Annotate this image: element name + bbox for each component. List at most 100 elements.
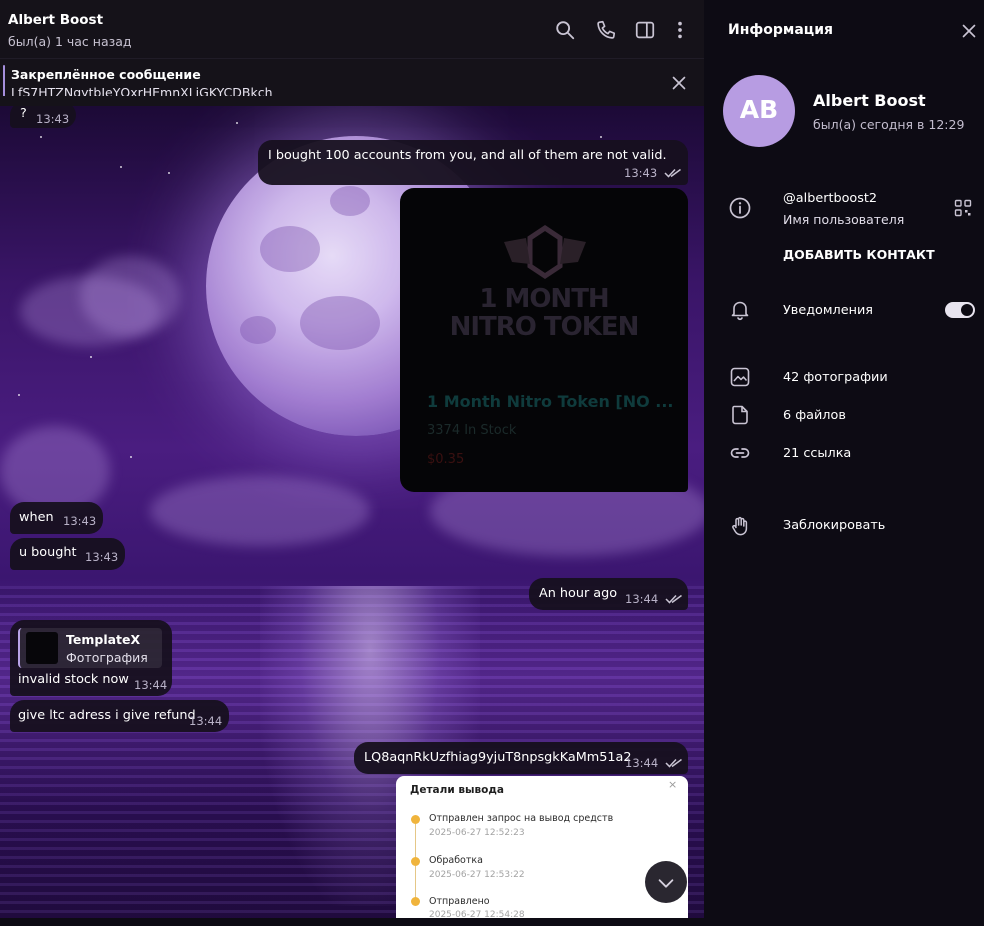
message-text: give ltc adress i give refund [18, 708, 196, 723]
username-value: @albertboost2 [783, 191, 878, 206]
message-text: invalid stock now [18, 672, 129, 687]
timeline-step-date: 2025-06-27 12:54:28 [429, 910, 525, 918]
timeline-step-title: Обработка [429, 855, 483, 866]
message-time: 13:44 [134, 678, 168, 692]
withdrawal-screenshot-message[interactable]: Детали вывода × Отправлен запрос на выво… [396, 776, 688, 918]
close-icon[interactable] [668, 72, 690, 94]
reply-thumbnail [26, 632, 58, 664]
wallpaper-star [40, 136, 42, 138]
moon-crater [260, 226, 320, 272]
wallpaper-star [90, 356, 92, 358]
message-text: when [19, 510, 54, 525]
message-time: 13:43 [63, 514, 97, 528]
reply-author: TemplateX [66, 632, 141, 647]
read-check-icon [664, 168, 681, 178]
bell-icon [731, 301, 749, 321]
chat-last-seen: был(а) 1 час назад [8, 34, 132, 49]
link-icon [730, 448, 750, 458]
timeline-check-icon [411, 815, 420, 824]
withdrawal-title: Детали вывода [410, 784, 504, 796]
info-panel-title: Информация [728, 22, 833, 38]
wallpaper-star [120, 166, 122, 168]
qr-code-icon[interactable] [954, 199, 972, 217]
close-icon[interactable] [958, 20, 980, 42]
username-row[interactable]: @albertboost2 Имя пользователя [704, 190, 984, 234]
chat-area: Albert Boost был(а) 1 час назад Закреплё… [0, 0, 704, 926]
files-row[interactable]: 6 файлов [704, 398, 984, 432]
timeline-step-title: Отправлено [429, 896, 490, 907]
message-outgoing[interactable]: An hour ago 13:44 [529, 578, 688, 610]
photo-icon [730, 367, 750, 387]
message-time: 13:44 [189, 714, 223, 728]
message-time: 13:44 [625, 756, 659, 770]
avatar[interactable]: AB [723, 75, 795, 147]
timeline-step-date: 2025-06-27 12:53:22 [429, 870, 525, 880]
notifications-row[interactable]: Уведомления [704, 294, 984, 328]
message-incoming[interactable]: u bought 13:43 [10, 538, 125, 570]
profile-name: Albert Boost [813, 91, 926, 110]
phone-icon[interactable] [595, 19, 617, 41]
chevron-down-icon [658, 879, 674, 888]
wallpaper-star [18, 394, 20, 396]
chat-header: Albert Boost был(а) 1 час назад [0, 0, 704, 58]
avatar-initials: AB [739, 95, 779, 124]
links-count: 21 ссылка [783, 446, 852, 461]
wallpaper-cloud [80, 256, 180, 336]
message-text: An hour ago [539, 586, 618, 601]
links-row[interactable]: 21 ссылка [704, 436, 984, 470]
card-logo-line1: 1 MONTH [479, 284, 609, 314]
wallpaper-star [168, 172, 170, 174]
message-incoming[interactable]: when 13:43 [10, 502, 103, 534]
message-text: LQ8aqnRkUzfhiag9yjuT8npsgkKaMm51a2 [364, 750, 632, 765]
wallpaper-star [600, 136, 602, 138]
photos-count: 42 фотографии [783, 370, 888, 385]
profile-last-seen: был(а) сегодня в 12:29 [813, 117, 965, 132]
pinned-bottom-edge [0, 96, 704, 106]
message-time: 13:43 [36, 112, 70, 126]
read-check-icon [665, 758, 682, 768]
message-text: u bought [19, 545, 77, 560]
hand-stop-icon [732, 516, 748, 536]
message-time: 13:44 [625, 592, 659, 606]
message-incoming-reply[interactable]: TemplateX Фотография invalid stock now 1… [10, 620, 172, 696]
wallpaper-star [236, 122, 238, 124]
moon-crater [300, 296, 380, 350]
read-check-icon [665, 594, 682, 604]
timeline-step-date: 2025-06-27 12:52:23 [429, 828, 525, 838]
photos-row[interactable]: 42 фотографии [704, 360, 984, 394]
message-text: ? [20, 106, 27, 121]
message-time: 13:43 [624, 166, 658, 180]
moon-crater [240, 316, 276, 344]
message-incoming[interactable]: give ltc adress i give refund 13:44 [10, 700, 229, 732]
card-logo-line2: NITRO TOKEN [449, 312, 640, 342]
reply-quote[interactable]: TemplateX Фотография [18, 628, 162, 668]
chat-title[interactable]: Albert Boost [8, 12, 103, 28]
wallpaper-star [130, 456, 132, 458]
info-icon [729, 197, 751, 219]
pinned-title: Закреплённое сообщение [11, 67, 201, 82]
message-text: I bought 100 accounts from you, and all … [268, 148, 667, 163]
reply-type: Фотография [66, 650, 148, 665]
file-icon [732, 405, 748, 425]
notifications-toggle[interactable] [945, 302, 975, 318]
card-stock: 3374 In Stock [427, 423, 517, 438]
block-user-label: Заблокировать [783, 518, 886, 533]
toggle-knob [961, 304, 973, 316]
block-user-row[interactable]: Заблокировать [704, 508, 984, 542]
notifications-label: Уведомления [783, 303, 873, 318]
message-outgoing[interactable]: I bought 100 accounts from you, and all … [258, 140, 688, 185]
nitro-logo-icon [504, 224, 586, 280]
scroll-to-bottom-button[interactable] [645, 861, 687, 903]
moon-crater [330, 186, 370, 216]
card-title: 1 Month Nitro Token [NO ... [427, 392, 674, 411]
timeline-check-icon [411, 857, 420, 866]
wallpaper-cloud [150, 476, 370, 546]
search-icon[interactable] [554, 19, 576, 41]
username-label: Имя пользователя [783, 212, 905, 227]
add-contact-button[interactable]: ДОБАВИТЬ КОНТАКТ [783, 247, 935, 262]
more-vertical-icon[interactable] [669, 19, 691, 41]
product-card-message[interactable]: 1 MONTH NITRO TOKEN 1 Month Nitro Token … [400, 188, 688, 492]
sidebar-toggle-icon[interactable] [634, 19, 656, 41]
withdrawal-close-glyph: × [668, 778, 678, 791]
message-outgoing[interactable]: LQ8aqnRkUzfhiag9yjuT8npsgkKaMm51a2 13:44 [354, 742, 688, 774]
